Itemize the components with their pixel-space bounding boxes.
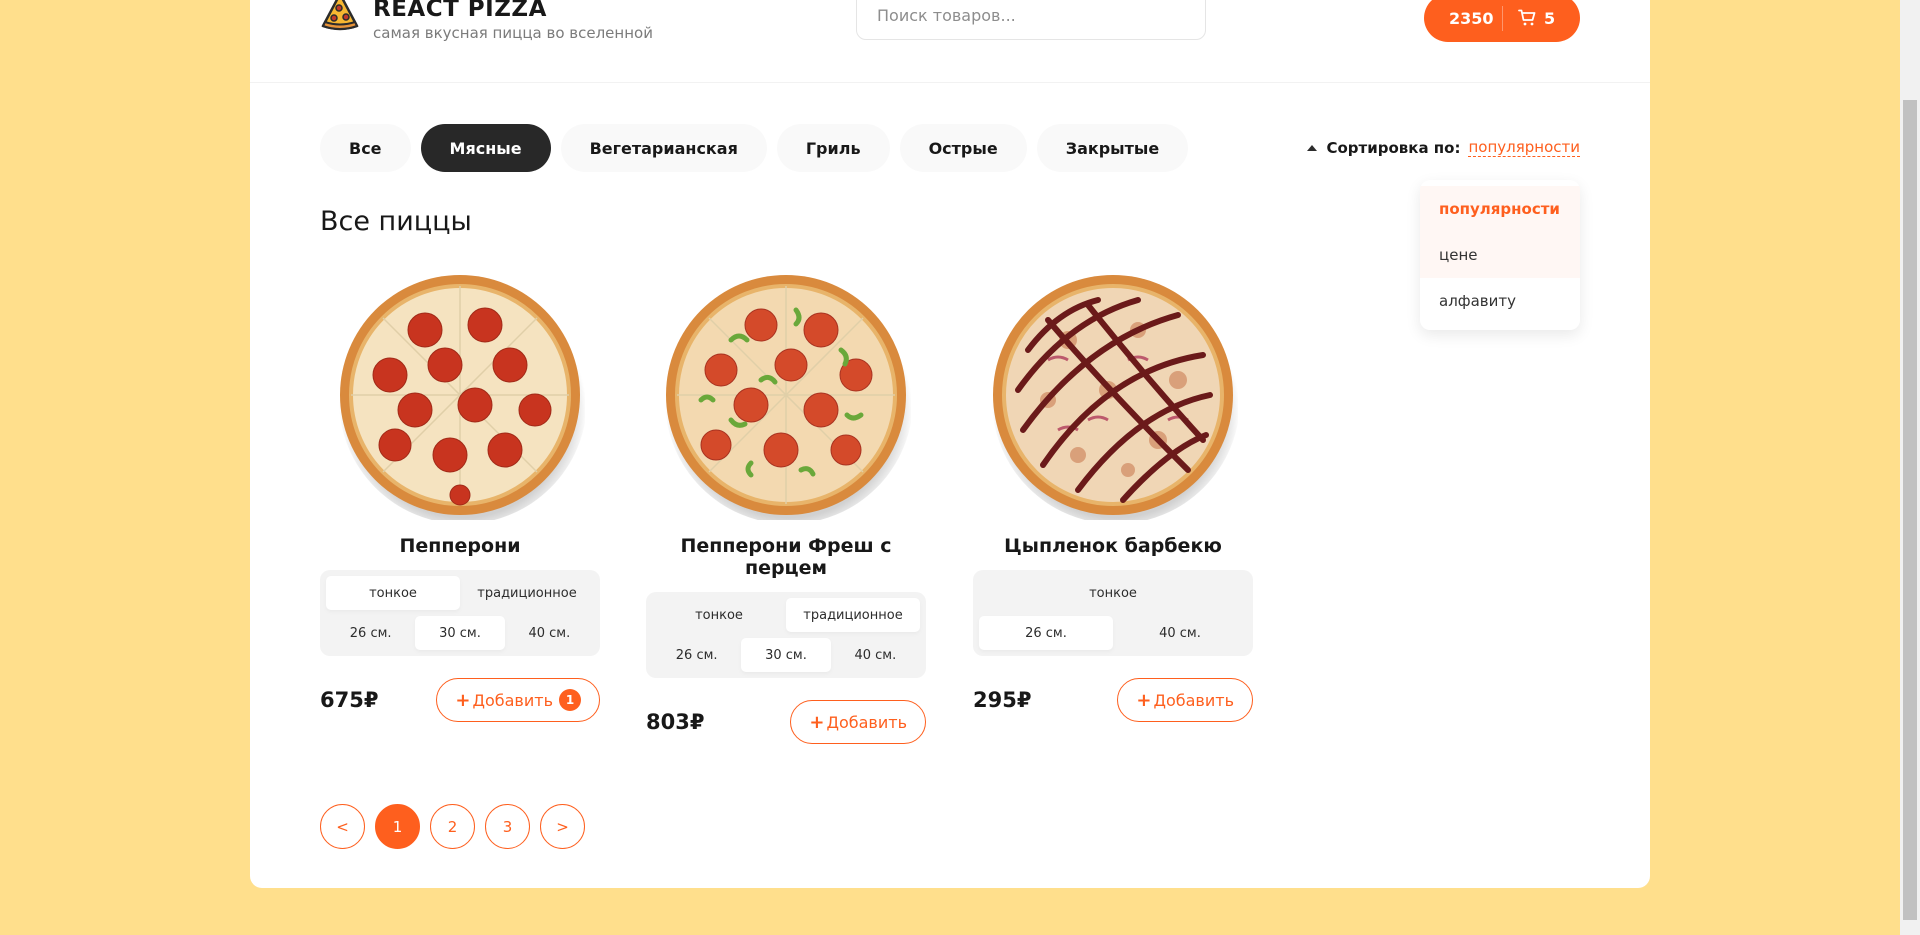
size-option[interactable]: 30 см. bbox=[415, 616, 505, 650]
add-to-cart-button[interactable]: + Добавить bbox=[1117, 678, 1253, 722]
category-meat[interactable]: Мясные bbox=[420, 124, 551, 172]
pizza-price: 295₽ bbox=[973, 688, 1032, 712]
pizza-title: Пепперони bbox=[399, 535, 521, 557]
add-button-label: Добавить bbox=[826, 712, 907, 732]
cart-count: 5 bbox=[1544, 8, 1556, 28]
logo[interactable]: REACT PIZZA самая вкусная пицца во вселе… bbox=[319, 0, 653, 42]
dough-type-option[interactable]: тонкое bbox=[652, 598, 786, 632]
pagination-next-button[interactable]: > bbox=[540, 804, 585, 849]
add-button-label: Добавить bbox=[472, 690, 553, 710]
logo-title: REACT PIZZA bbox=[373, 0, 547, 22]
size-option[interactable]: 30 см. bbox=[741, 638, 831, 672]
sort-option-popularity[interactable]: популярности bbox=[1420, 186, 1580, 232]
search-input[interactable] bbox=[877, 5, 1187, 25]
in-cart-badge: 1 bbox=[559, 689, 581, 711]
pizza-price: 803₽ bbox=[646, 710, 705, 734]
pagination-prev-button[interactable]: < bbox=[320, 804, 365, 849]
size-option[interactable]: 40 см. bbox=[1113, 616, 1247, 650]
category-grill[interactable]: Гриль bbox=[776, 124, 890, 172]
dough-type-option[interactable]: тонкое bbox=[326, 576, 460, 610]
caret-up-icon bbox=[1307, 144, 1318, 151]
add-button-label: Добавить bbox=[1153, 690, 1234, 710]
content-title: Все пиццы bbox=[320, 206, 472, 237]
add-to-cart-button[interactable]: + Добавить 1 bbox=[436, 678, 600, 722]
pizza-card: Цыпленок барбекю тонкое 26 см. 40 см. 29… bbox=[973, 270, 1253, 722]
pagination: < 1 2 3 > bbox=[320, 804, 595, 849]
category-all[interactable]: Все bbox=[320, 124, 411, 172]
pizza-pepperoni-fresh-image bbox=[665, 275, 911, 520]
pizza-price: 675₽ bbox=[320, 688, 379, 712]
pizza-card: Пепперони Фреш с перцем тонкое традицион… bbox=[646, 270, 926, 744]
pizza-bbq-chicken-image bbox=[992, 275, 1238, 520]
header: REACT PIZZA самая вкусная пицца во вселе… bbox=[250, 0, 1650, 83]
size-option[interactable]: 26 см. bbox=[979, 616, 1113, 650]
scrollbar-thumb[interactable] bbox=[1903, 100, 1917, 920]
sort-popup: популярности цене алфавиту bbox=[1420, 180, 1580, 330]
cart-icon bbox=[1518, 9, 1536, 26]
plus-icon: + bbox=[1136, 689, 1152, 711]
category-vegetarian[interactable]: Вегетарианская bbox=[560, 124, 767, 172]
cart-button[interactable]: 2350 5 bbox=[1424, 0, 1580, 42]
pagination-page-2[interactable]: 2 bbox=[430, 804, 475, 849]
sort-option-alphabet[interactable]: алфавиту bbox=[1420, 278, 1580, 324]
search-box bbox=[856, 0, 1206, 40]
category-spicy[interactable]: Острые bbox=[899, 124, 1027, 172]
page-scrollbar[interactable] bbox=[1900, 0, 1920, 935]
sort-control: Сортировка по: популярности bbox=[1307, 138, 1580, 157]
pagination-page-1[interactable]: 1 bbox=[375, 804, 420, 849]
dough-type-option[interactable]: традиционное bbox=[786, 598, 920, 632]
size-option[interactable]: 26 см. bbox=[652, 638, 741, 672]
pizza-title: Пепперони Фреш с перцем bbox=[680, 535, 892, 579]
size-option[interactable]: 40 см. bbox=[831, 638, 920, 672]
pizza-pepperoni-image bbox=[339, 275, 585, 520]
pizza-selector: тонкое традиционное 26 см. 30 см. 40 см. bbox=[646, 592, 926, 678]
pizza-logo-icon bbox=[321, 0, 359, 31]
categories: Все Мясные Вегетарианская Гриль Острые З… bbox=[320, 124, 1198, 172]
sort-option-price[interactable]: цене bbox=[1420, 232, 1580, 278]
pizza-selector: тонкое традиционное 26 см. 30 см. 40 см. bbox=[320, 570, 600, 656]
sort-label: Сортировка по: bbox=[1326, 138, 1461, 157]
plus-icon: + bbox=[455, 689, 471, 711]
category-closed[interactable]: Закрытые bbox=[1036, 124, 1189, 172]
pizza-card: Пепперони тонкое традиционное 26 см. 30 … bbox=[320, 270, 600, 722]
size-option[interactable]: 26 см. bbox=[326, 616, 415, 650]
pizza-selector: тонкое 26 см. 40 см. bbox=[973, 570, 1253, 656]
pagination-page-3[interactable]: 3 bbox=[485, 804, 530, 849]
plus-icon: + bbox=[809, 711, 825, 733]
cart-price: 2350 bbox=[1449, 8, 1494, 28]
main-container: REACT PIZZA самая вкусная пицца во вселе… bbox=[250, 0, 1650, 888]
dough-type-option[interactable]: традиционное bbox=[460, 576, 594, 610]
sort-value[interactable]: популярности bbox=[1468, 138, 1580, 157]
add-to-cart-button[interactable]: + Добавить bbox=[790, 700, 926, 744]
size-option[interactable]: 40 см. bbox=[505, 616, 594, 650]
logo-subtitle: самая вкусная пицца во вселенной bbox=[373, 24, 653, 42]
dough-type-option[interactable]: тонкое bbox=[979, 576, 1247, 610]
pizza-title: Цыпленок барбекю bbox=[1004, 535, 1222, 557]
